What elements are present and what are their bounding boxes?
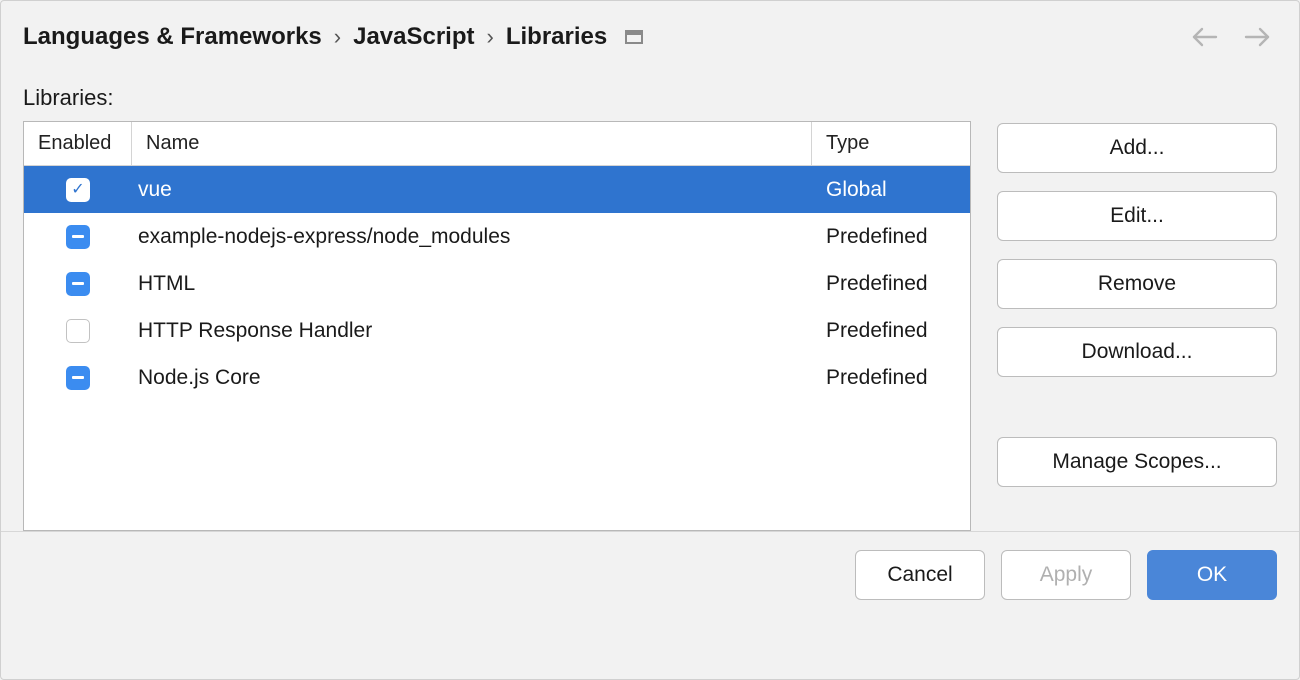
dialog-footer: Cancel Apply OK — [1, 531, 1299, 618]
column-header-type[interactable]: Type — [812, 122, 970, 165]
library-type: Predefined — [812, 319, 970, 343]
chevron-right-icon: › — [487, 24, 494, 50]
ok-button[interactable]: OK — [1147, 550, 1277, 600]
enabled-checkbox[interactable] — [66, 366, 90, 390]
library-type: Predefined — [812, 272, 970, 296]
add-button[interactable]: Add... — [997, 123, 1277, 173]
breadcrumb-level-2[interactable]: JavaScript — [353, 23, 474, 51]
nav-arrows — [1191, 27, 1277, 47]
table-row[interactable]: Node.js CorePredefined — [24, 354, 970, 401]
table-body: ✓vueGlobalexample-nodejs-express/node_mo… — [24, 166, 970, 530]
library-name: vue — [132, 178, 812, 202]
library-type: Global — [812, 178, 970, 202]
chevron-right-icon: › — [334, 24, 341, 50]
edit-button[interactable]: Edit... — [997, 191, 1277, 241]
enabled-checkbox[interactable] — [66, 225, 90, 249]
table-header: Enabled Name Type — [24, 122, 970, 166]
remove-button[interactable]: Remove — [997, 259, 1277, 309]
back-icon[interactable] — [1191, 27, 1219, 47]
table-row[interactable]: HTMLPredefined — [24, 260, 970, 307]
show-in-separate-window-icon[interactable] — [625, 30, 643, 44]
libraries-label: Libraries: — [23, 85, 1277, 111]
cancel-button[interactable]: Cancel — [855, 550, 985, 600]
table-row[interactable]: ✓ vueGlobal — [24, 166, 970, 213]
download-button[interactable]: Download... — [997, 327, 1277, 377]
table-row[interactable]: HTTP Response HandlerPredefined — [24, 307, 970, 354]
library-name: HTTP Response Handler — [132, 319, 812, 343]
library-name: Node.js Core — [132, 366, 812, 390]
header-row: Languages & Frameworks › JavaScript › Li… — [23, 23, 1277, 51]
breadcrumb-level-1[interactable]: Languages & Frameworks — [23, 23, 322, 51]
breadcrumb: Languages & Frameworks › JavaScript › Li… — [23, 23, 643, 51]
enabled-checkbox[interactable] — [66, 319, 90, 343]
forward-icon[interactable] — [1243, 27, 1271, 47]
manage-scopes-button[interactable]: Manage Scopes... — [997, 437, 1277, 487]
library-type: Predefined — [812, 225, 970, 249]
library-name: example-nodejs-express/node_modules — [132, 225, 812, 249]
column-header-enabled[interactable]: Enabled — [24, 122, 132, 165]
library-name: HTML — [132, 272, 812, 296]
library-type: Predefined — [812, 366, 970, 390]
libraries-table: Enabled Name Type ✓vueGlobalexample-node… — [23, 121, 971, 531]
breadcrumb-level-3: Libraries — [506, 23, 607, 51]
enabled-checkbox[interactable]: ✓ — [66, 178, 90, 202]
table-row[interactable]: example-nodejs-express/node_modulesPrede… — [24, 213, 970, 260]
column-header-name[interactable]: Name — [132, 122, 812, 165]
side-buttons: Add... Edit... Remove Download... Manage… — [997, 121, 1277, 487]
enabled-checkbox[interactable] — [66, 272, 90, 296]
apply-button[interactable]: Apply — [1001, 550, 1131, 600]
